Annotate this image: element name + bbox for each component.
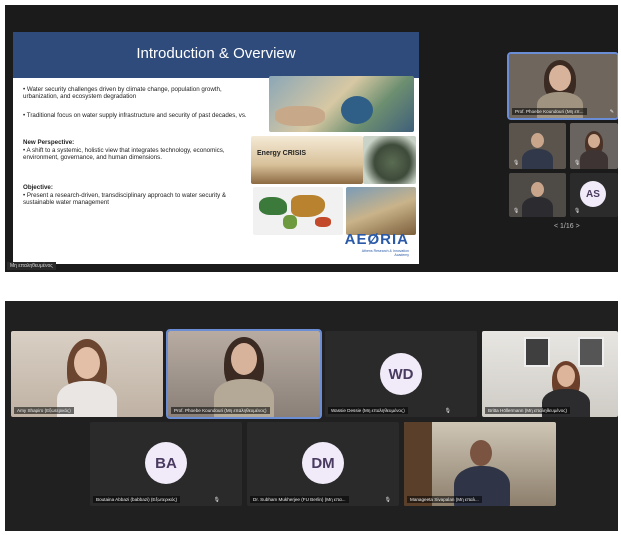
participant-name: Amy Shapiro (Εξωτερικός) bbox=[14, 407, 74, 414]
bookshelf bbox=[404, 422, 432, 506]
participant-name: Wassie Dessie (Μη επαληθευμένος) bbox=[328, 407, 408, 414]
presenter-verification-label: Μη επαληθευμένος bbox=[7, 262, 56, 270]
avatar-as: AS bbox=[580, 181, 606, 207]
gallery-pager[interactable]: < 1/16 > bbox=[554, 223, 580, 230]
mic-muted-icon: 🎙 bbox=[444, 408, 451, 414]
globe-image bbox=[363, 136, 416, 184]
avatar-ba: BA bbox=[145, 442, 187, 484]
participant-name: Manageeta Sivapalan (Μη επαλ... bbox=[407, 496, 482, 503]
active-speaker-name: Prof. Phoebe Koundouri (Μη επ... bbox=[512, 108, 587, 115]
participant-tile-wassie[interactable]: WD Wassie Dessie (Μη επαληθευμένος) 🎙 bbox=[325, 331, 477, 417]
wall-picture bbox=[578, 337, 604, 367]
climate-cartoon-image bbox=[269, 76, 414, 132]
slide-bullet-2: • Traditional focus on water supply infr… bbox=[23, 112, 247, 119]
mic-muted-icon: 🎙 bbox=[384, 497, 391, 503]
participant-tile-amy[interactable]: Amy Shapiro (Εξωτερικός) bbox=[11, 331, 163, 417]
participant-tile-as[interactable]: AS 🎙 bbox=[570, 173, 618, 217]
energy-crisis-text: Energy CRISIS bbox=[257, 150, 307, 157]
mic-muted-icon: 🎙 bbox=[213, 497, 220, 503]
pin-icon[interactable]: ✎ bbox=[610, 109, 614, 115]
slide-bullet-1: • Water security challenges driven by cl… bbox=[23, 86, 222, 101]
participant-tile-manageeta[interactable]: Manageeta Sivapalan (Μη επαλ... bbox=[404, 422, 556, 506]
participant-name: Britta Höllermann (Μη επαληθευμένος) bbox=[485, 407, 571, 414]
avatar-wd: WD bbox=[380, 353, 422, 395]
city-water-image bbox=[346, 187, 416, 235]
mic-muted-icon: 🎙 bbox=[574, 160, 581, 166]
aeria-logo: AEØRIA bbox=[344, 231, 409, 248]
participant-name: Boutaina Abbazi (babbazi) (Εξωτερικός) bbox=[93, 496, 181, 503]
energy-crisis-image: Energy CRISIS bbox=[251, 136, 363, 184]
new-perspective-text: • A shift to a systemic, holistic view t… bbox=[23, 147, 225, 162]
participant-tile-subham[interactable]: DM Dr. Subham Mukherjee (FU Berlin) (Μη … bbox=[247, 422, 399, 506]
objective-heading: Objective: bbox=[23, 184, 53, 191]
mic-muted-icon: 🎙 bbox=[513, 208, 520, 214]
participant-tile-britta[interactable]: Britta Höllermann (Μη επαληθευμένος) bbox=[482, 331, 618, 417]
new-perspective-heading: New Perspective: bbox=[23, 139, 75, 146]
slide-title: Introduction & Overview bbox=[136, 45, 296, 62]
participant-tile-phoebe[interactable]: Prof. Phoebe Koundouri (Μη επαληθευμένος… bbox=[166, 329, 322, 419]
mic-muted-icon: 🎙 bbox=[574, 208, 581, 214]
wall-picture bbox=[524, 337, 550, 367]
participant-name: Prof. Phoebe Koundouri (Μη επαληθευμένος… bbox=[171, 407, 270, 414]
world-map-image bbox=[253, 187, 343, 235]
mic-muted-icon: 🎙 bbox=[513, 160, 520, 166]
participant-name: Dr. Subham Mukherjee (FU Berlin) (Μη επα… bbox=[250, 496, 349, 503]
participant-tile-woman[interactable]: 🎙 bbox=[570, 123, 618, 169]
top-meeting-screenshot: Introduction & Overview • Water security… bbox=[5, 5, 618, 272]
aeria-logo-subtitle: Athens Research & Innovation Academy bbox=[361, 249, 409, 257]
bottom-gallery-screenshot: Amy Shapiro (Εξωτερικός) Prof. Phoebe Ko… bbox=[5, 301, 618, 531]
participant-tile-elder[interactable]: 🎙 bbox=[509, 173, 566, 217]
avatar-dm: DM bbox=[302, 442, 344, 484]
active-speaker-tile[interactable]: Prof. Phoebe Koundouri (Μη επ... ✎ bbox=[507, 52, 618, 120]
objective-text: • Present a research-driven, transdiscip… bbox=[23, 192, 227, 207]
slide-header-bar: Introduction & Overview bbox=[13, 32, 419, 78]
shared-slide: Introduction & Overview • Water security… bbox=[13, 32, 419, 264]
participant-tile-boutaina[interactable]: BA Boutaina Abbazi (babbazi) (Εξωτερικός… bbox=[90, 422, 242, 506]
participant-tile-man[interactable]: 🎙 bbox=[509, 123, 566, 169]
